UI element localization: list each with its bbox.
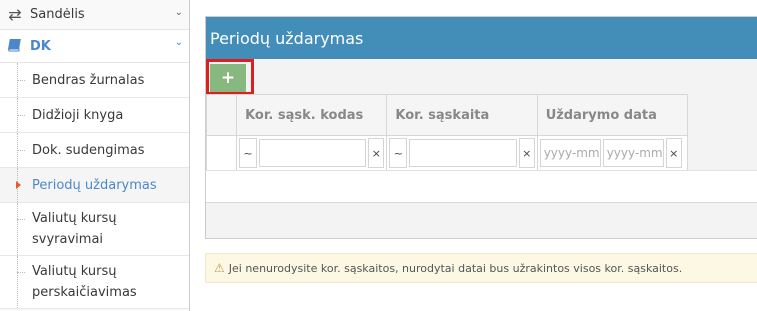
- sidebar-item-label-line2: perskaičiavimas: [32, 285, 137, 300]
- nav-group-sandelis-label: Sandėlis: [30, 7, 85, 22]
- periodu-uzdarymas-panel: Periodų uždarymas + Kor. sąsk. kodas Kor…: [205, 16, 757, 239]
- sidebar-item-periodu-uzdarymas[interactable]: Periodų uždarymas: [0, 168, 189, 203]
- filter-clear-button[interactable]: ×: [368, 138, 385, 168]
- sidebar-item-label-line2: svyravimai: [32, 232, 104, 247]
- filter-kor-sask-kodas-input[interactable]: [258, 139, 367, 167]
- sidebar-item-label: Didžioji knyga: [32, 107, 124, 123]
- nav-group-dk[interactable]: DK ⌄: [0, 30, 189, 63]
- filter-clear-button[interactable]: ×: [665, 138, 682, 168]
- column-header-uzdarymo-data[interactable]: Uždarymo data: [536, 94, 689, 136]
- warning-icon: ⚠: [214, 261, 225, 275]
- book-icon: [0, 37, 30, 56]
- column-header-kor-sask-kodas[interactable]: Kor. sąsk. kodas: [236, 94, 388, 136]
- nav-group-dk-label: DK: [30, 38, 51, 54]
- sidebar-item-label-line1: Valiutų kursų: [32, 264, 117, 279]
- panel-title: Periodų uždarymas: [206, 17, 757, 59]
- sidebar-item-dok-sudengimas[interactable]: Dok. sudengimas: [0, 133, 189, 168]
- sidebar-item-valiutu-svyravimai[interactable]: Valiutų kursų svyravimai: [0, 203, 189, 256]
- sidebar-item-valiutu-perskaiciavimas[interactable]: Valiutų kursų perskaičiavimas: [0, 256, 189, 309]
- exchange-icon: ⇄: [8, 5, 22, 24]
- closing-periods-grid: Kor. sąsk. kodas Kor. sąskaita Uždarymo …: [205, 94, 689, 171]
- chevron-down-icon: ⌄: [174, 7, 183, 18]
- add-button-highlight: [206, 59, 254, 95]
- filter-operator-button[interactable]: ~: [239, 138, 257, 168]
- sidebar-item-label: Dok. sudengimas: [32, 142, 145, 158]
- sidebar-item-didzioji-knyga[interactable]: Didžioji knyga: [0, 98, 189, 133]
- filter-kor-saskaita-input[interactable]: [409, 139, 517, 167]
- filter-date-from-input[interactable]: yyyy-mm: [539, 139, 601, 167]
- filter-clear-button[interactable]: ×: [518, 138, 535, 168]
- nav-group-sandelis[interactable]: ⇄ Sandėlis ⌄: [0, 0, 189, 30]
- chevron-down-icon: ⌄: [174, 37, 183, 48]
- sidebar: ⇄ Sandėlis ⌄ DK ⌄ Bendras žurnalas Didži…: [0, 0, 190, 311]
- sidebar-item-label: Bendras žurnalas: [32, 72, 145, 88]
- grid-filter-row: ~ × ~ × yyyy-mm yyyy-mm ×: [205, 135, 689, 171]
- filter-select-cell: [205, 135, 238, 171]
- sidebar-item-label: Periodų uždarymas: [32, 177, 157, 193]
- sidebar-item-bendras-zurnalas[interactable]: Bendras žurnalas: [0, 63, 189, 98]
- warning-text: Jei nenurodysite kor. sąskaitos, nurodyt…: [228, 261, 683, 275]
- grid-pager: [206, 170, 757, 203]
- grid-header-select: [205, 94, 238, 136]
- filter-operator-button[interactable]: ~: [389, 138, 408, 168]
- grid-toolbar: +: [206, 59, 254, 95]
- caret-right-icon: [16, 181, 21, 189]
- column-header-kor-saskaita[interactable]: Kor. sąskaita: [386, 94, 538, 136]
- warning-alert: ⚠ Jei nenurodysite kor. sąskaitos, nurod…: [205, 253, 757, 283]
- filter-date-to-input[interactable]: yyyy-mm: [602, 139, 664, 167]
- sidebar-item-label-line1: Valiutų kursų: [32, 211, 117, 226]
- grid-header-row: Kor. sąsk. kodas Kor. sąskaita Uždarymo …: [205, 94, 689, 136]
